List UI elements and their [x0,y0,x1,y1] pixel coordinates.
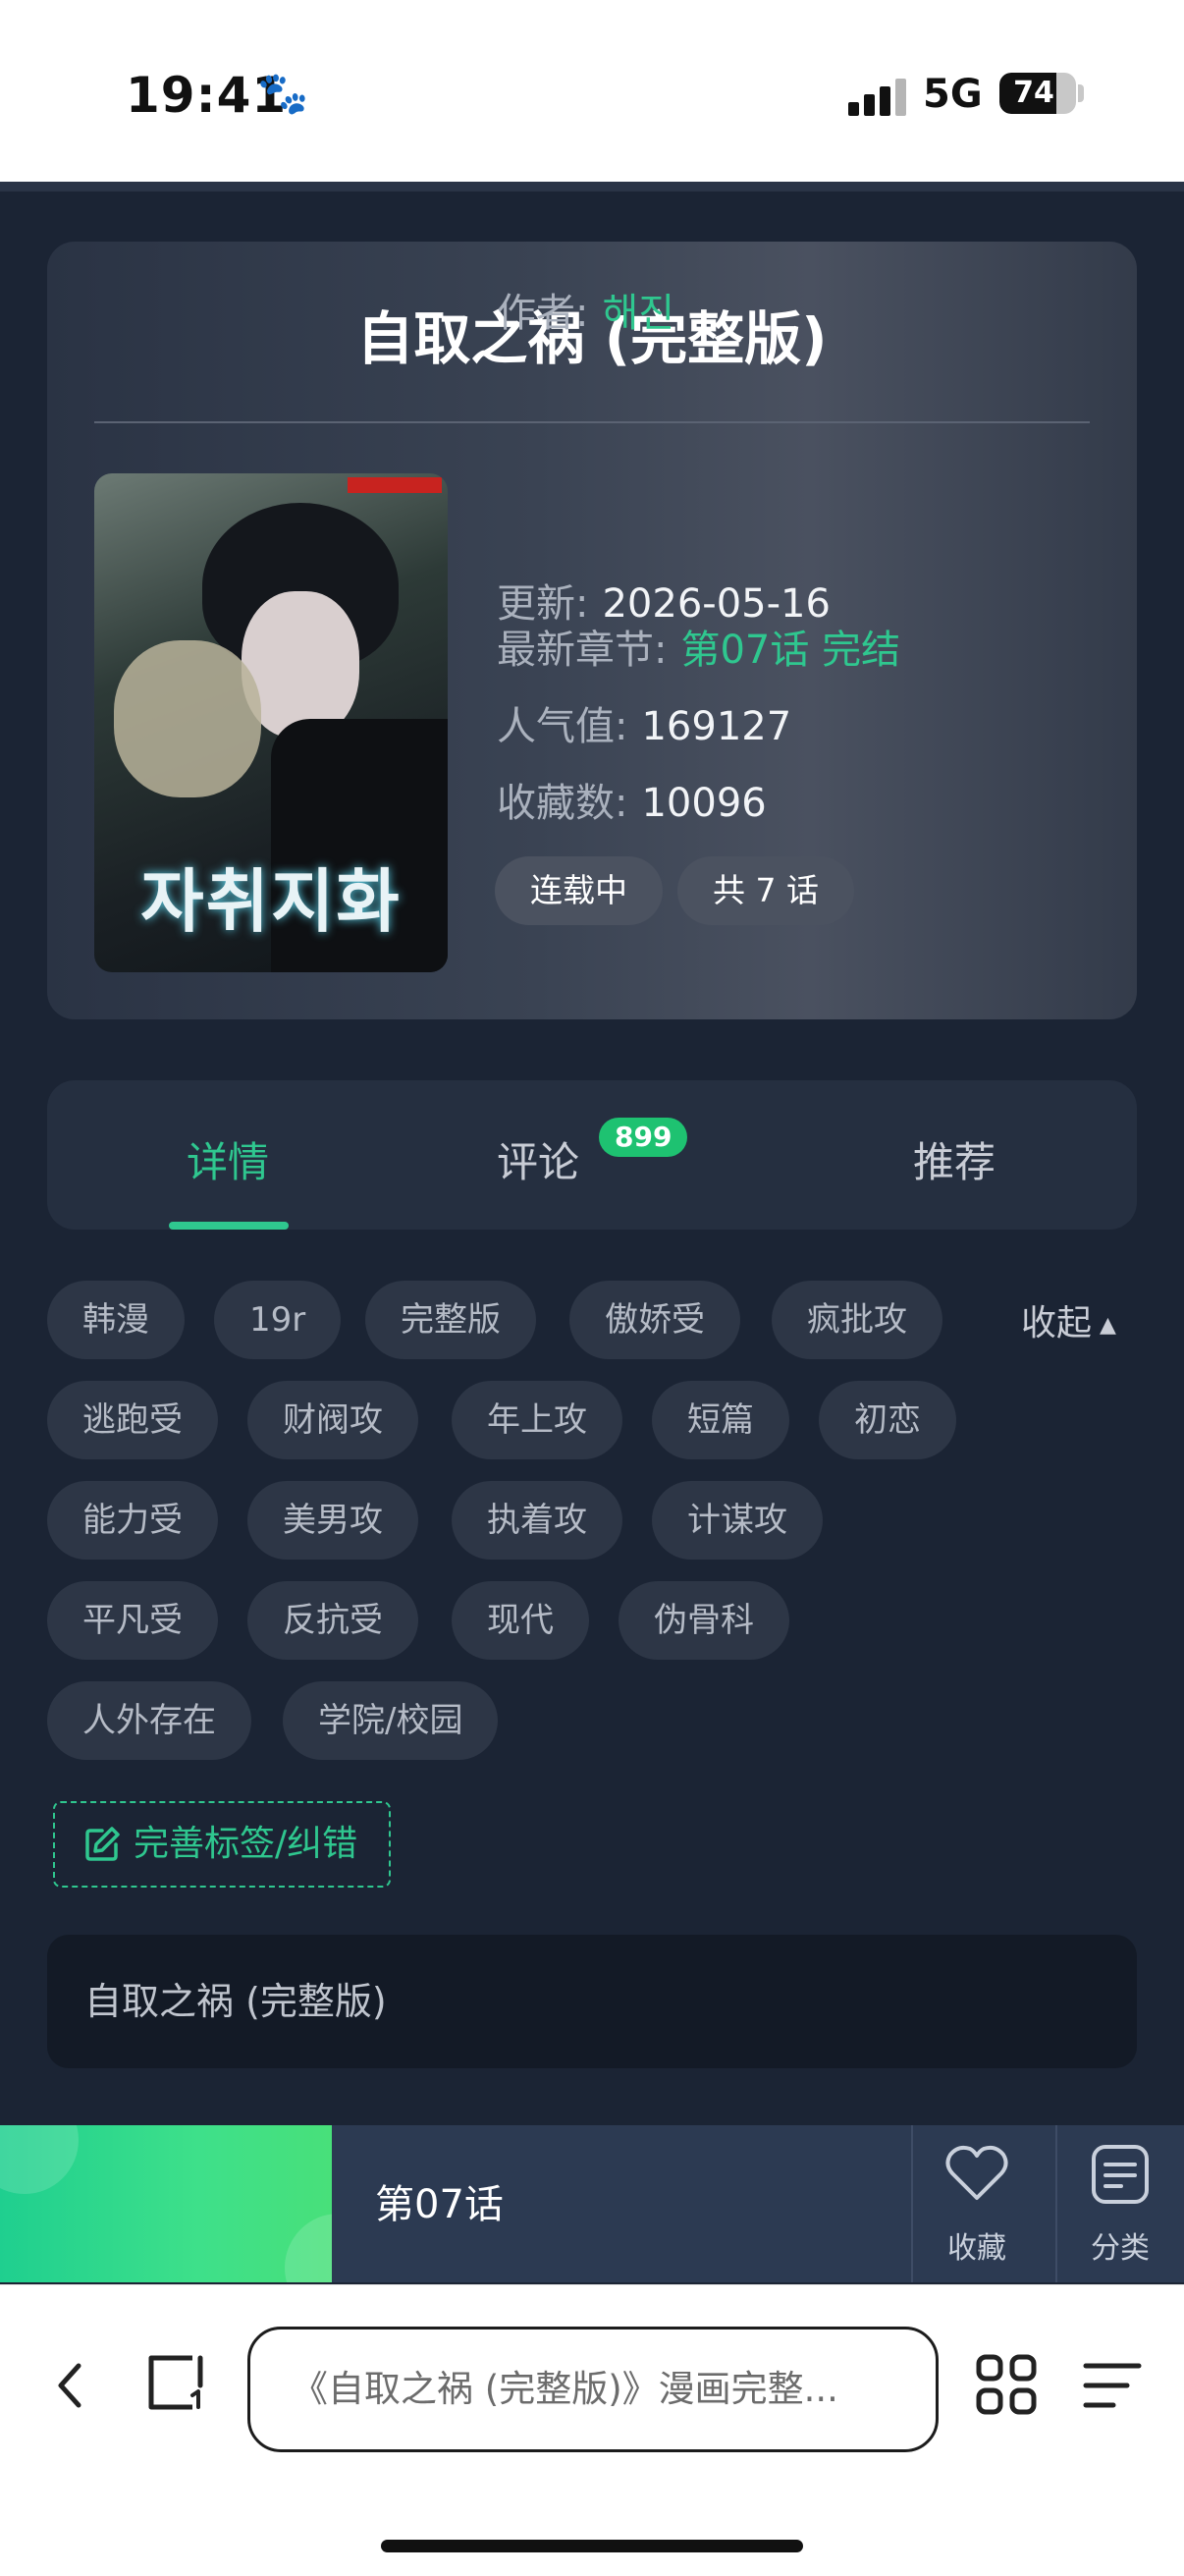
comments-count-badge: 899 [599,1118,688,1157]
tag[interactable]: 美男攻 [247,1481,418,1560]
popularity-label: 人气值: [497,704,628,749]
tag[interactable]: 年上攻 [452,1381,622,1459]
category-label: 分类 [1091,2231,1150,2266]
status-pill: 连载中 [495,856,663,925]
edit-icon [85,1827,120,1861]
url-text: 《自取之祸 (完整版)》漫画完整... [292,2368,838,2410]
description-box: 自取之祸 (完整版) [47,1935,1137,2068]
tag[interactable]: 财阀攻 [247,1381,418,1459]
popularity-row: 人气值: 169127 [497,694,791,751]
tag[interactable]: 初恋 [819,1381,956,1459]
tab-comments[interactable]: 评论 [497,1129,579,1189]
category-icon [1092,2145,1149,2204]
tag[interactable]: 能力受 [47,1481,218,1560]
network-label: 5G [923,72,983,117]
favorite-button[interactable]: 收藏 [905,2125,1049,2282]
back-icon[interactable] [51,2360,90,2411]
tag[interactable]: 傲娇受 [569,1281,740,1359]
tag[interactable]: 人外存在 [47,1681,251,1760]
category-button[interactable]: 分类 [1049,2125,1184,2282]
caret-up-icon: ▲ [1100,1312,1116,1338]
author-link[interactable]: 해진 [602,291,674,336]
author-label: 作者: [497,291,589,336]
popularity-value: 169127 [641,704,792,749]
tag[interactable]: 疯批攻 [772,1281,942,1359]
collapse-label: 收起 [1021,1303,1093,1343]
latest-chapter-link[interactable]: 第07话 完结 [680,628,900,673]
author-row: 作者: 해진 [497,281,674,338]
tag[interactable]: 韩漫 [47,1281,185,1359]
tag[interactable]: 现代 [452,1581,589,1660]
collapse-tags-button[interactable]: 收起 ▲ [1021,1294,1116,1345]
decor-circle [285,2214,332,2282]
tag[interactable]: 平凡受 [47,1581,218,1660]
battery-cap [1078,84,1084,102]
tag[interactable]: 短篇 [652,1381,789,1459]
paw-icon: 🐾 [257,69,309,117]
tag[interactable]: 伪骨科 [619,1581,789,1660]
decor-circle [0,2125,79,2194]
tag[interactable]: 执着攻 [452,1481,622,1560]
latest-label: 最新章节: [497,628,668,673]
address-bar[interactable]: 《自取之祸 (完整版)》漫画完整... [247,2327,939,2452]
comic-info-card: 自取之祸 (完整版) 자취지화 作者: 해진 更新: 2026-05-16 最新章节… [47,242,1137,1019]
tag[interactable]: 计谋攻 [652,1481,823,1560]
chapter-bar: 第07话 收藏 分类 [0,2125,1184,2282]
latest-row: 最新章节: 第07话 完结 [497,618,900,675]
tag[interactable]: 反抗受 [247,1581,418,1660]
menu-icon[interactable] [1082,2358,1143,2413]
favorite-label: 收藏 [947,2231,1006,2266]
tabs-icon[interactable] [143,2350,208,2415]
favorites-value: 10096 [641,781,767,826]
battery-percent: 74 [1013,76,1054,110]
tag[interactable]: 学院/校园 [283,1681,499,1760]
cover-art [114,640,261,797]
cover-age-badge [348,477,442,493]
comic-cover[interactable]: 자취지화 [94,473,448,972]
grid-icon[interactable] [974,2352,1039,2417]
card-divider [94,421,1090,423]
battery-icon: 74 [999,73,1076,114]
edit-tags-button[interactable]: 完善标签/纠错 [53,1801,391,1888]
status-bar: 19:41 🐾 5G 74 [0,0,1184,182]
current-chapter[interactable]: 第07话 [375,2172,504,2229]
continue-reading-button[interactable] [0,2125,332,2282]
tag[interactable]: 逃跑受 [47,1381,218,1459]
signal-icon [848,77,907,116]
episodes-pill: 共 7 话 [677,856,854,925]
tag[interactable]: 完整版 [365,1281,536,1359]
app-top-edge [0,182,1184,192]
browser-toolbar: 《自取之祸 (完整版)》漫画完整... [0,2284,1184,2576]
tab-details[interactable]: 详情 [187,1129,269,1189]
description-text: 自取之祸 (完整版) [84,1980,387,2023]
cover-title: 자취지화 [140,861,402,942]
favorites-row: 收藏数: 10096 [497,771,767,828]
favorites-label: 收藏数: [497,781,628,826]
edit-tags-label: 完善标签/纠错 [134,1824,358,1864]
home-indicator[interactable] [381,2540,803,2552]
heart-icon [945,2145,1008,2200]
tab-recommend[interactable]: 推荐 [913,1129,996,1189]
tab-bar: 详情 评论 899 推荐 [47,1080,1137,1230]
active-tab-indicator [169,1222,289,1230]
tag[interactable]: 19r [214,1281,342,1359]
